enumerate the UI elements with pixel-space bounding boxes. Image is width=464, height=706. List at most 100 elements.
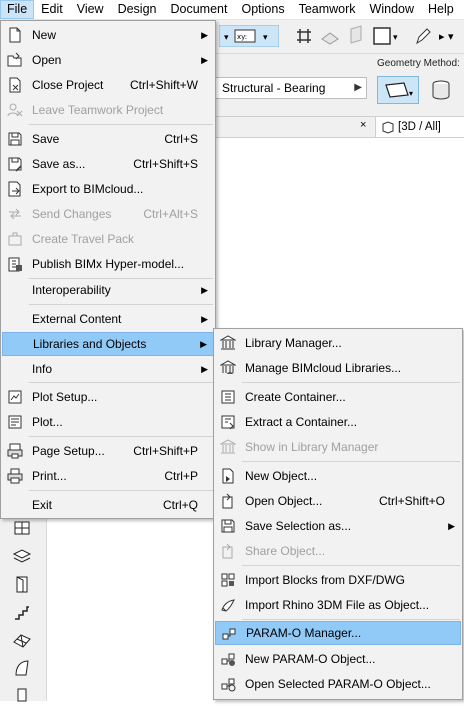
menu-item-shortcut: Ctrl+P	[164, 469, 198, 483]
geometry-method-label: Geometry Method:	[377, 58, 460, 69]
shell-tool-icon[interactable]	[12, 658, 32, 678]
slab-icon[interactable]	[345, 25, 367, 47]
new-document-icon	[9, 27, 21, 43]
cylinder-geometry-icon	[432, 80, 450, 100]
menu-item-print[interactable]: Print... Ctrl+P	[2, 464, 214, 488]
menu-item-label: Export to BIMcloud...	[32, 182, 144, 196]
menu-item-page-setup[interactable]: Page Setup... Ctrl+Shift+P	[2, 439, 214, 463]
menu-item-exit[interactable]: Exit Ctrl+Q	[2, 493, 214, 517]
menu-item-new-object[interactable]: New Object...	[215, 464, 461, 488]
menu-item-label: Save Selection as...	[245, 519, 352, 533]
menu-item-extract-container[interactable]: Extract a Container...	[215, 410, 461, 434]
menu-item-save[interactable]: Save Ctrl+S	[2, 127, 214, 151]
menu-item-label: External Content	[32, 312, 122, 326]
menu-item-label: Page Setup...	[32, 444, 105, 458]
print-icon	[7, 468, 23, 484]
menu-item-external-content[interactable]: External Content ▶	[2, 307, 214, 331]
menu-item-label: New	[32, 28, 57, 42]
svg-text:▾: ▾	[409, 89, 413, 98]
menu-teamwork[interactable]: Teamwork	[292, 0, 363, 19]
tab-3d-all[interactable]: [3D / All]	[375, 117, 464, 137]
view-tab-bar: × [3D / All]	[215, 117, 464, 138]
view-frame-icon[interactable]: ▾	[371, 25, 401, 47]
menu-item-send-changes[interactable]: Send Changes Ctrl+Alt+S	[2, 202, 214, 226]
object-tool-icon[interactable]	[12, 686, 32, 706]
wall-tool-icon[interactable]	[12, 518, 32, 538]
door-tool-icon[interactable]	[12, 574, 32, 594]
geometry-method-straight-button[interactable]: ▾	[377, 76, 419, 104]
menu-item-leave-teamwork[interactable]: Leave Teamwork Project	[2, 98, 214, 122]
submenu-arrow-icon: ▶	[201, 364, 208, 374]
menu-item-create-travel-pack[interactable]: Create Travel Pack	[2, 227, 214, 251]
menu-item-publish-bimx[interactable]: Publish BIMx Hyper-model...	[2, 252, 214, 276]
menu-item-label: Import Rhino 3DM File as Object...	[245, 598, 430, 612]
menu-item-label: Leave Teamwork Project	[32, 103, 164, 117]
cube-view-icon	[382, 121, 394, 134]
menu-edit[interactable]: Edit	[34, 0, 70, 19]
menu-item-import-rhino[interactable]: Import Rhino 3DM File as Object...	[215, 593, 461, 617]
menu-item-label: Create Container...	[245, 390, 346, 404]
menu-separator	[242, 461, 460, 462]
submenu-arrow-icon: ▶	[201, 314, 208, 324]
plot-setup-icon	[8, 390, 22, 404]
menu-item-open[interactable]: Open ▶	[2, 48, 214, 72]
grid-snap-icon[interactable]	[293, 25, 315, 47]
menu-document[interactable]: Document	[164, 0, 235, 19]
menu-item-label: Extract a Container...	[245, 415, 358, 429]
menu-item-libraries-and-objects[interactable]: Libraries and Objects ▶	[2, 332, 214, 356]
plane-icon[interactable]	[319, 25, 341, 47]
menu-item-label: Open Object...	[245, 494, 323, 508]
more-tools-icon[interactable]: ▸ ▾	[437, 25, 459, 47]
import-dxf-icon	[221, 573, 235, 587]
menu-design[interactable]: Design	[111, 0, 164, 19]
share-object-icon	[222, 543, 233, 559]
submenu-arrow-icon: ▶	[200, 339, 207, 349]
menu-item-create-container[interactable]: Create Container...	[215, 385, 461, 409]
menu-item-param-o-manager[interactable]: PARAM-O Manager...	[215, 621, 461, 645]
menu-item-new-param-o-object[interactable]: New PARAM-O Object...	[215, 647, 461, 671]
geometry-method-3d-button[interactable]	[427, 76, 457, 104]
menu-item-export-bimcloud[interactable]: Export to BIMcloud...	[2, 177, 214, 201]
menu-item-manage-bimcloud-libraries[interactable]: Manage BIMcloud Libraries...	[215, 356, 461, 380]
menu-file[interactable]: File	[0, 0, 35, 19]
menu-item-info[interactable]: Info ▶	[2, 357, 214, 381]
slab-tool-icon[interactable]	[12, 546, 32, 566]
menu-item-open-object[interactable]: Open Object... Ctrl+Shift+O	[215, 489, 461, 513]
structural-function-field[interactable]: Structural - Bearing ▶	[215, 77, 367, 99]
menu-item-save-selection-as[interactable]: Save Selection as... ▶	[215, 514, 461, 538]
menu-separator	[29, 382, 213, 383]
menu-item-new[interactable]: New ▶	[2, 23, 214, 47]
menu-help[interactable]: Help	[421, 0, 461, 19]
stair-tool-icon[interactable]	[12, 602, 32, 622]
menu-separator	[242, 565, 460, 566]
menu-options[interactable]: Options	[234, 0, 291, 19]
menu-item-label: Info	[32, 362, 53, 376]
menu-item-interoperability[interactable]: Interoperability ▶	[2, 278, 214, 302]
menu-item-library-manager[interactable]: Library Manager...	[215, 331, 461, 355]
menu-item-close-project[interactable]: Close Project Ctrl+Shift+W	[2, 73, 214, 97]
menu-item-shortcut: Ctrl+Shift+W	[129, 78, 198, 92]
menu-item-label: Close Project	[32, 78, 104, 92]
menu-item-label: Manage BIMcloud Libraries...	[245, 361, 402, 375]
pencil-icon[interactable]	[411, 25, 433, 47]
menu-item-plot[interactable]: Plot...	[2, 410, 214, 434]
toolbar: ▾ xy: ▾ ▾ ▸ ▾	[215, 20, 464, 54]
menu-window[interactable]: Window	[363, 0, 421, 19]
menu-item-save-as[interactable]: Save as... Ctrl+Shift+S	[2, 152, 214, 176]
menu-item-open-selected-param-o[interactable]: Open Selected PARAM-O Object...	[215, 672, 461, 696]
menu-item-import-blocks-dxf[interactable]: Import Blocks from DXF/DWG	[215, 568, 461, 592]
menu-item-label: Send Changes	[32, 207, 112, 221]
menu-item-shortcut: Ctrl+Alt+S	[143, 207, 198, 221]
menu-view[interactable]: View	[70, 0, 111, 19]
menu-item-share-object[interactable]: Share Object...	[215, 539, 461, 563]
param-o-manager-icon	[222, 628, 236, 640]
mesh-tool-icon[interactable]	[12, 630, 32, 650]
menu-item-label: Save	[32, 132, 60, 146]
page-setup-icon	[7, 443, 23, 459]
menu-item-label: Share Object...	[245, 544, 326, 558]
view-toolbar-buttons-icon[interactable]: ▾ xy: ▾	[219, 25, 279, 47]
menu-item-plot-setup[interactable]: Plot Setup...	[2, 385, 214, 409]
menu-item-show-in-library-manager[interactable]: Show in Library Manager	[215, 435, 461, 459]
close-tab-icon[interactable]: ×	[360, 119, 366, 131]
menu-item-shortcut: Ctrl+Shift+P	[133, 444, 198, 458]
